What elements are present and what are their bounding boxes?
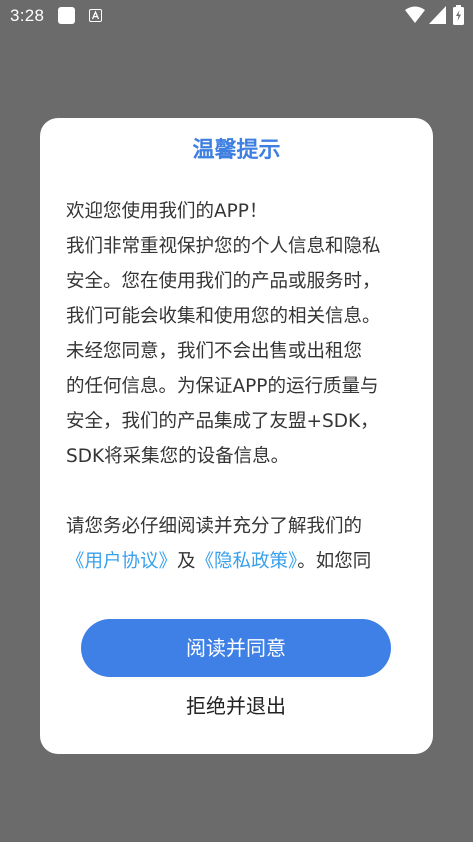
body-line: 请您务必仔细阅读并充分了解我们的 — [66, 516, 363, 537]
body-line: 的任何信息。为保证APP的运行质量与 — [66, 376, 379, 397]
and-text: 及 — [177, 551, 196, 572]
body-line: 安全。您在使用我们的产品或服务时， — [66, 271, 381, 292]
dialog-body[interactable]: 欢迎您使用我们的APP！ 我们非常重视保护您的个人信息和隐私 安全。您在使用我们… — [66, 194, 411, 584]
signal-icon — [429, 6, 446, 24]
agree-button[interactable]: 阅读并同意 — [81, 619, 391, 677]
body-line-links: 《用户协议》及《隐私政策》。如您同 — [66, 544, 411, 579]
privacy-dialog: 温馨提示 欢迎您使用我们的APP！ 我们非常重视保护您的个人信息和隐私 安全。您… — [40, 118, 433, 754]
dialog-title: 温馨提示 — [192, 138, 281, 163]
body-line: SDK将采集您的设备信息。 — [66, 446, 290, 467]
tail-text: 。如您同 — [297, 551, 372, 572]
wifi-icon — [405, 6, 425, 23]
privacy-policy-link[interactable]: 《隐私政策》 — [196, 551, 298, 572]
body-line: 欢迎您使用我们的APP！ — [66, 201, 268, 222]
a-box-icon — [89, 9, 102, 22]
reject-button[interactable]: 拒绝并退出 — [81, 690, 391, 722]
notification-square-icon — [58, 7, 75, 24]
status-bar: 3:28 — [0, 0, 473, 34]
body-line: 未经您同意，我们不会出售或出租您 — [66, 341, 363, 362]
body-line: 我们可能会收集和使用您的相关信息。 — [66, 306, 381, 327]
user-agreement-link[interactable]: 《用户协议》 — [66, 551, 177, 572]
body-line: 我们非常重视保护您的个人信息和隐私 — [66, 236, 381, 257]
status-time: 3:28 — [10, 6, 45, 25]
battery-charging-icon — [453, 5, 464, 25]
body-line: 安全，我们的产品集成了友盟+SDK， — [66, 411, 379, 432]
